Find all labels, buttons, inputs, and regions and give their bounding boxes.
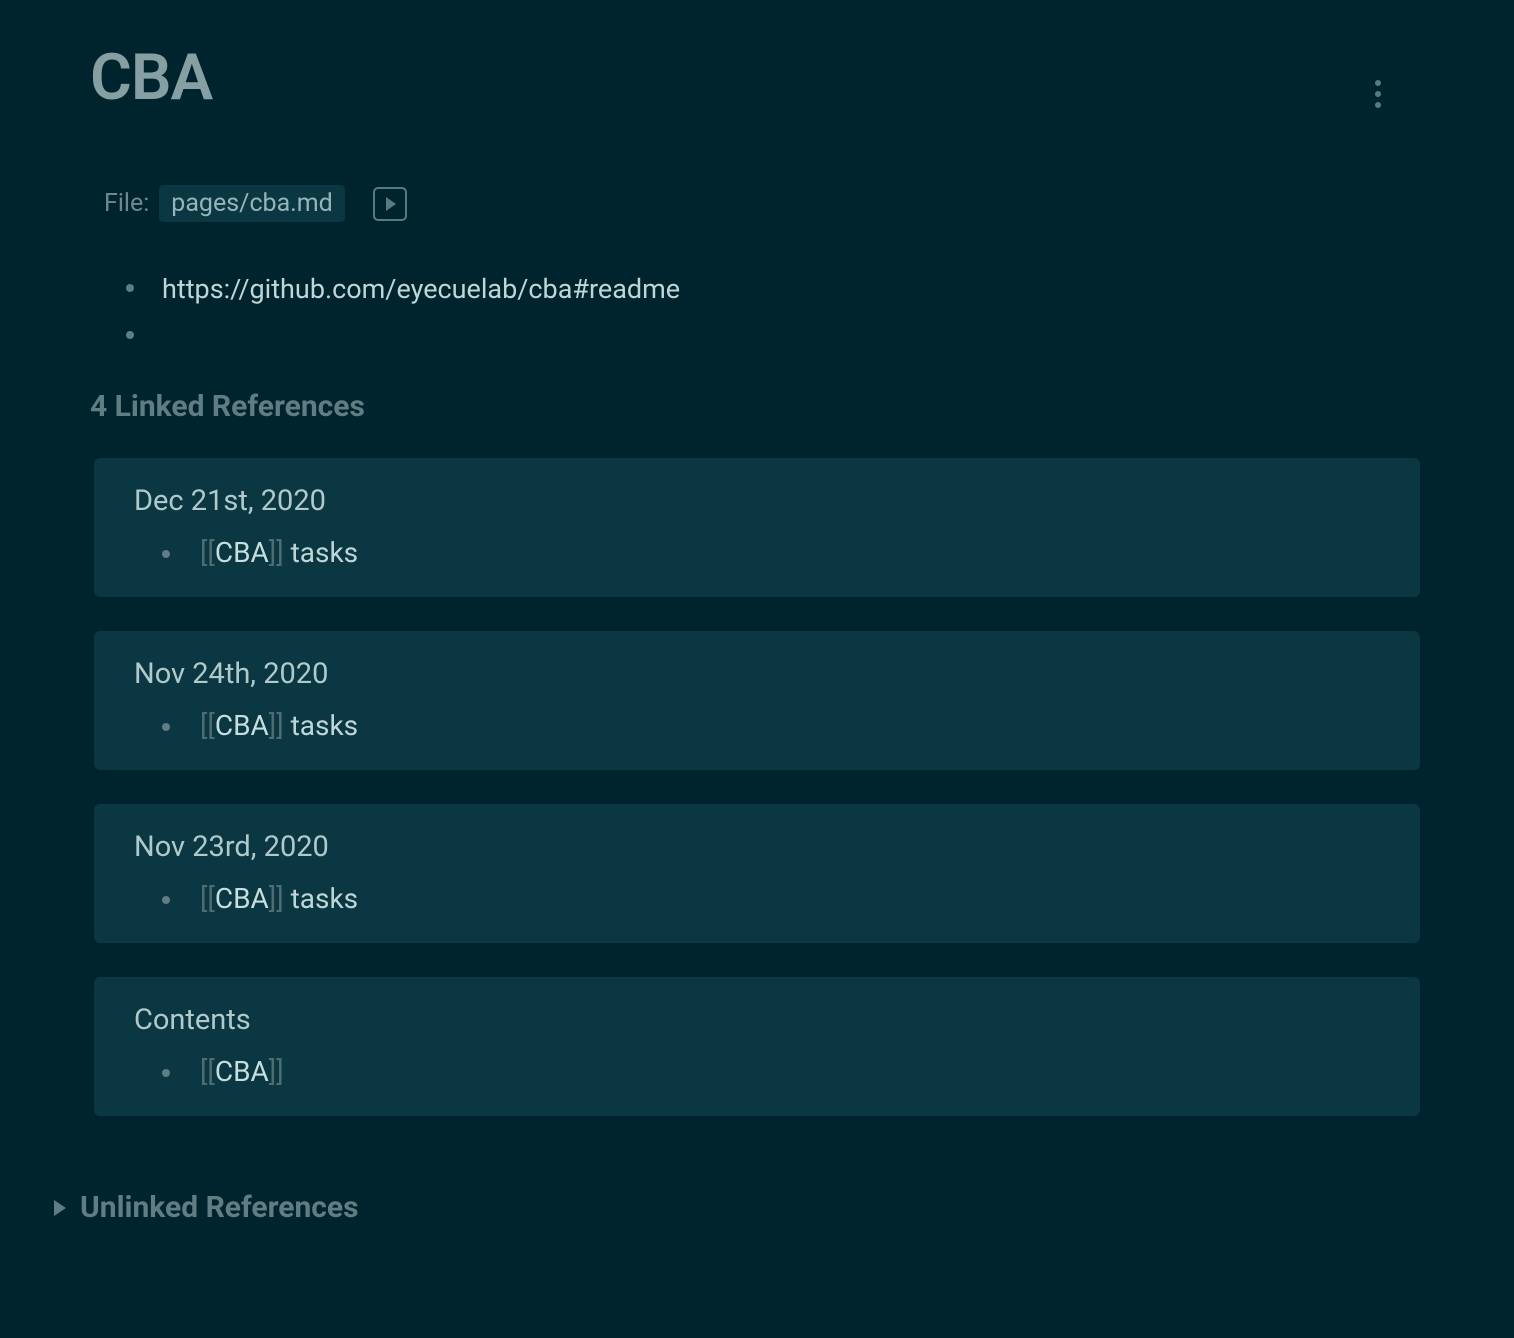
reference-title[interactable]: Nov 24th, 2020: [134, 657, 1380, 691]
linked-references-heading[interactable]: 4 Linked References: [90, 389, 1424, 424]
page-title: CBA: [90, 40, 212, 115]
bracket-open: [[: [200, 882, 215, 915]
reference-suffix: tasks: [284, 882, 358, 915]
bracket-close: ]]: [269, 882, 284, 915]
page-link[interactable]: CBA: [215, 536, 269, 569]
reference-bullet[interactable]: [[CBA]] tasks: [162, 882, 1380, 915]
unlinked-references-label: Unlinked References: [80, 1190, 359, 1225]
bracket-open: [[: [200, 1055, 215, 1088]
play-button[interactable]: [373, 187, 407, 221]
reference-bullet[interactable]: [[CBA]] tasks: [162, 709, 1380, 742]
reference-suffix: tasks: [284, 536, 358, 569]
more-menu-button[interactable]: [1360, 76, 1396, 112]
page-link[interactable]: CBA: [215, 882, 269, 915]
bracket-close: ]]: [269, 536, 284, 569]
reference-title[interactable]: Dec 21st, 2020: [134, 484, 1380, 518]
bracket-open: [[: [200, 536, 215, 569]
reference-card[interactable]: Dec 21st, 2020 [[CBA]] tasks: [94, 458, 1420, 597]
file-info-row: File: pages/cba.md: [104, 185, 1424, 222]
page-content-list: https://github.com/eyecuelab/cba#readme: [126, 266, 1424, 313]
file-label: File:: [104, 189, 149, 218]
bracket-open: [[: [200, 709, 215, 742]
play-icon: [386, 197, 396, 211]
reference-card[interactable]: Nov 23rd, 2020 [[CBA]] tasks: [94, 804, 1420, 943]
file-path[interactable]: pages/cba.md: [159, 185, 345, 222]
content-bullet[interactable]: https://github.com/eyecuelab/cba#readme: [126, 266, 1424, 313]
reference-bullet[interactable]: [[CBA]] tasks: [162, 536, 1380, 569]
bracket-close: ]]: [269, 709, 284, 742]
page-link[interactable]: CBA: [215, 709, 269, 742]
reference-card[interactable]: Nov 24th, 2020 [[CBA]] tasks: [94, 631, 1420, 770]
chevron-right-icon: [54, 1200, 66, 1216]
reference-bullet[interactable]: [[CBA]]: [162, 1055, 1380, 1088]
reference-suffix: tasks: [284, 709, 358, 742]
reference-title[interactable]: Nov 23rd, 2020: [134, 830, 1380, 864]
unlinked-references-toggle[interactable]: Unlinked References: [54, 1190, 1424, 1225]
ellipsis-vertical-icon: [1375, 80, 1381, 108]
reference-card[interactable]: Contents [[CBA]]: [94, 977, 1420, 1116]
reference-title[interactable]: Contents: [134, 1003, 1380, 1037]
bracket-close: ]]: [269, 1055, 284, 1088]
page-link[interactable]: CBA: [215, 1055, 269, 1088]
